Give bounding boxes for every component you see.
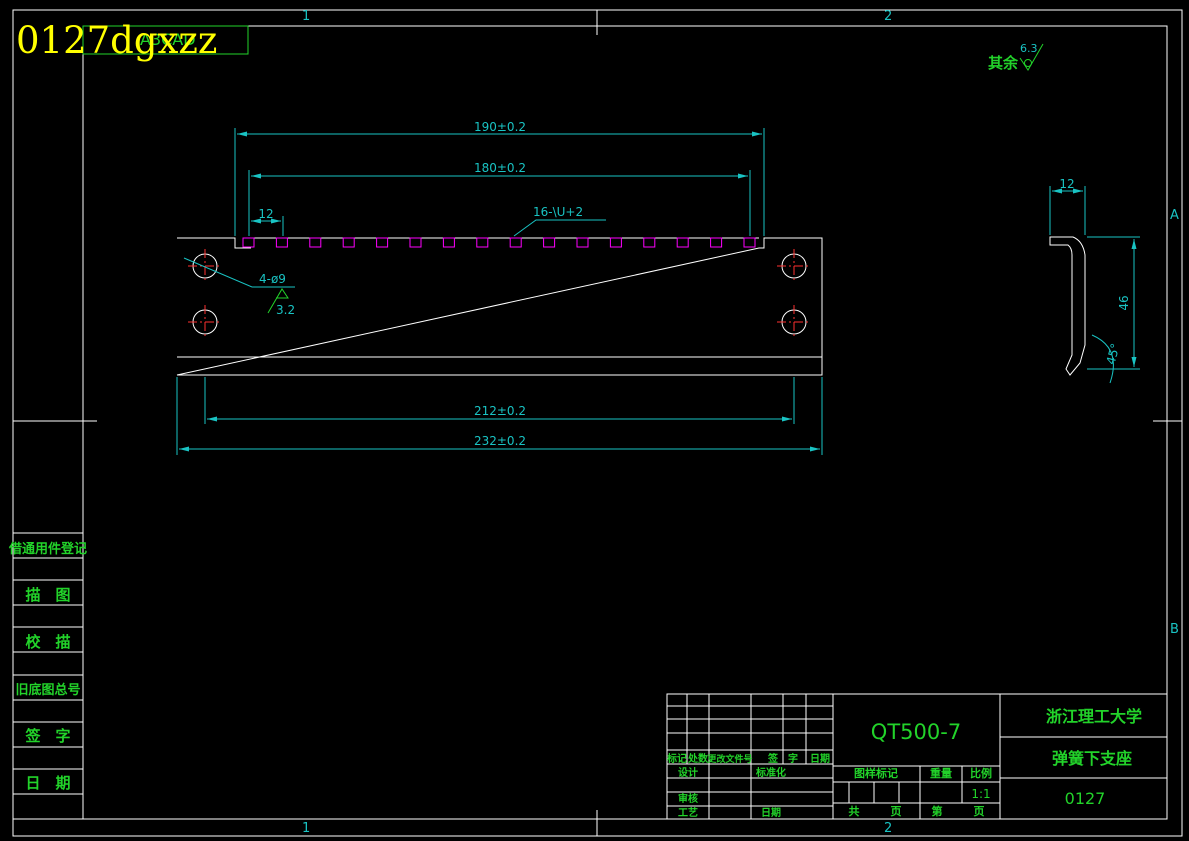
rev-header-count: 处数 — [687, 752, 709, 765]
slot-14 — [676, 237, 689, 248]
sheet-total-unit: 页 — [891, 805, 902, 818]
review-label: 审核 — [678, 792, 698, 805]
roughness-label: 其余 — [988, 54, 1019, 72]
slot-10 — [543, 237, 556, 248]
slot-8 — [476, 237, 489, 248]
left-column-check-trace: 校 描 — [25, 633, 70, 651]
front-view: 190±0.2 180±0.2 12 16-\U+2 4-ø9 3.2 212±… — [176, 120, 823, 455]
side-dim-text-46: 46 — [1117, 295, 1131, 310]
page-label: 第 — [932, 804, 943, 818]
dim-text-180: 180±0.2 — [474, 161, 526, 175]
slot-5 — [376, 237, 389, 248]
standardize-label: 标准化 — [755, 766, 786, 779]
cad-drawing-sheet: 1 2 1 2 A B A3CAD 0127dgxzz 其余 6.3 190±0… — [8, 9, 1183, 837]
mounting-hole-4 — [777, 305, 811, 339]
slot-3 — [309, 237, 322, 248]
side-dim-text-12: 12 — [1059, 177, 1074, 191]
title-block: 标记 处数 更改文件号 签 字 日期 设计 标准化 审核 工艺 日期 QT500… — [666, 693, 1168, 820]
slot-6 — [409, 237, 422, 248]
dim-text-232: 232±0.2 — [474, 434, 526, 448]
drawing-number: 0127 — [1065, 789, 1106, 808]
rev-header-signature: 签 字 — [767, 752, 798, 765]
roughness-value: 6.3 — [1020, 42, 1038, 55]
dim-text-212: 212±0.2 — [474, 404, 526, 418]
left-column-trace: 描 图 — [25, 586, 70, 604]
scale-label: 比例 — [970, 766, 992, 780]
mounting-hole-2 — [188, 305, 222, 339]
holes-note: 4-ø9 — [259, 272, 286, 286]
stage-mark-label: 图样标记 — [854, 766, 898, 780]
slot-leader — [513, 219, 606, 237]
slot-12 — [609, 237, 622, 248]
zone-mark-bottom-1: 1 — [302, 821, 310, 836]
mounting-hole-3 — [777, 249, 811, 283]
page-unit: 页 — [974, 805, 985, 818]
material-text: QT500-7 — [871, 720, 961, 744]
side-view-profile — [1049, 236, 1086, 376]
watermark: A3CAD 0127dgxzz — [16, 19, 249, 62]
slot-15 — [710, 237, 723, 248]
left-column-table: 借通用件登记 描 图 校 描 旧底图总号 签 字 日 期 — [8, 532, 87, 820]
front-view-outline — [176, 237, 823, 376]
slot-11 — [576, 237, 589, 248]
mounting-hole-1 — [188, 249, 222, 283]
school-name: 浙江理工大学 — [1046, 707, 1142, 726]
process-label: 工艺 — [678, 806, 698, 819]
rev-header-date: 日期 — [810, 752, 830, 765]
side-view: 12 46 45° — [1049, 177, 1140, 384]
watermark-text: 0127dgxzz — [16, 19, 217, 62]
hole-group — [188, 249, 811, 339]
slot-13 — [643, 237, 656, 248]
part-name: 弹簧下支座 — [1052, 749, 1132, 768]
sheet-total-label: 共 — [849, 804, 860, 818]
left-column-signature: 签 字 — [24, 727, 70, 745]
holes-roughness: 3.2 — [276, 303, 295, 317]
scale-value: 1:1 — [971, 787, 990, 801]
slot-group — [242, 237, 756, 248]
weight-label: 重量 — [930, 766, 952, 780]
roughness-note: 其余 6.3 — [988, 42, 1044, 72]
zone-mark-bottom-2: 2 — [884, 821, 892, 836]
rev-header-mark: 标记 — [666, 752, 687, 765]
slot-4 — [342, 237, 355, 248]
zone-mark-top-2: 2 — [884, 9, 892, 24]
left-column-borrow-register: 借通用件登记 — [8, 541, 87, 557]
inner-border — [82, 25, 1168, 820]
dim-text-12: 12 — [258, 207, 273, 221]
left-column-date: 日 期 — [25, 774, 70, 792]
design-label: 设计 — [678, 766, 698, 779]
slot-2 — [275, 237, 288, 248]
slot-1 — [242, 237, 255, 248]
slot-16 — [743, 237, 756, 248]
date-label: 日期 — [761, 806, 781, 819]
rev-header-change-doc: 更改文件号 — [707, 753, 752, 765]
zone-mark-right-a: A — [1170, 208, 1179, 223]
zone-mark-right-b: B — [1170, 622, 1179, 637]
left-column-old-drawing-no: 旧底图总号 — [15, 682, 80, 698]
slot-7 — [442, 237, 455, 248]
zone-mark-top-1: 1 — [302, 9, 310, 24]
dim-text-190: 190±0.2 — [474, 120, 526, 134]
slot-9 — [509, 237, 522, 248]
slot-note: 16-\U+2 — [533, 205, 583, 219]
